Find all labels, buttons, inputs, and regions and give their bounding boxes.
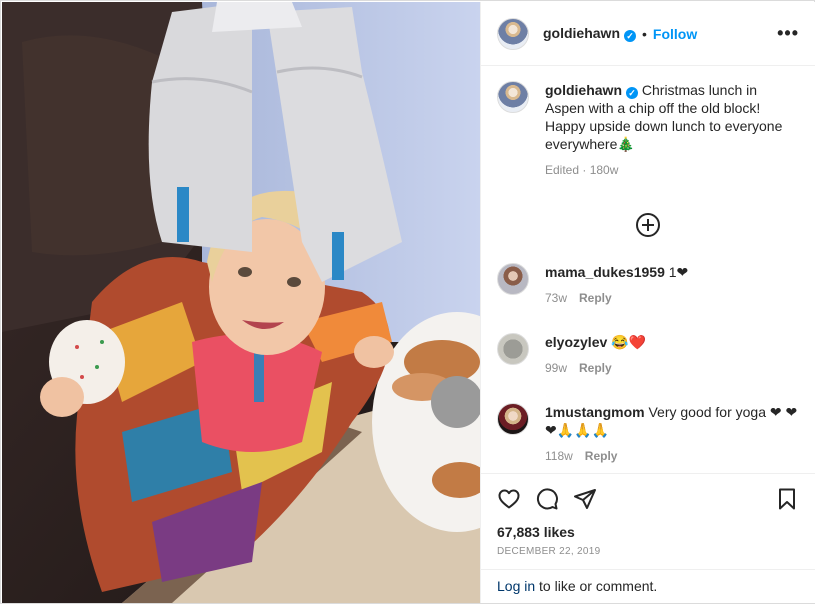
comment-text: 😂❤️: [611, 334, 647, 350]
caption-username[interactable]: goldiehawn ✓: [545, 82, 638, 99]
login-prompt: Log in to like or comment.: [481, 569, 815, 603]
comment-item: elyozylev 😂❤️ 99w Reply: [497, 333, 799, 377]
caption-author-avatar[interactable]: [497, 81, 529, 113]
login-link[interactable]: Log in: [497, 578, 535, 594]
reply-button[interactable]: Reply: [585, 449, 618, 463]
post-header: goldiehawn ✓ • Follow •••: [481, 2, 815, 66]
separator-dot: •: [642, 25, 647, 42]
comment-age[interactable]: 73w: [545, 291, 567, 305]
verified-badge-icon: ✓: [626, 87, 638, 99]
comments-section: goldiehawn ✓ Christmas lunch in Aspen wit…: [481, 67, 815, 472]
comment-text: 1❤: [668, 264, 689, 280]
reply-button[interactable]: Reply: [579, 361, 612, 375]
likes-count[interactable]: 67,883 likes: [497, 524, 799, 540]
login-prompt-text: to like or comment.: [535, 578, 658, 594]
commenter-avatar[interactable]: [497, 403, 529, 435]
more-options-icon[interactable]: •••: [777, 23, 799, 44]
verified-badge-icon: ✓: [624, 30, 636, 42]
commenter-username[interactable]: 1mustangmom: [545, 404, 645, 420]
follow-button[interactable]: Follow: [653, 26, 697, 42]
child-upside-down-photo: [2, 2, 480, 603]
author-username[interactable]: goldiehawn ✓: [543, 25, 636, 42]
caption-age[interactable]: 180w: [590, 163, 619, 177]
post-date[interactable]: DECEMBER 22, 2019: [497, 546, 799, 557]
edited-label: Edited: [545, 163, 580, 177]
post-actions: 67,883 likes DECEMBER 22, 2019: [481, 473, 815, 557]
commenter-username[interactable]: mama_dukes1959: [545, 264, 665, 280]
heart-icon[interactable]: [497, 487, 521, 511]
post-dialog: goldiehawn ✓ • Follow ••• goldiehawn ✓ Chr…: [0, 0, 815, 604]
commenter-avatar[interactable]: [497, 263, 529, 295]
post-photo[interactable]: [2, 2, 480, 603]
bookmark-icon[interactable]: [775, 487, 799, 511]
caption-meta: Edited · 180w: [545, 163, 619, 177]
post-side-panel: goldiehawn ✓ • Follow ••• goldiehawn ✓ Chr…: [480, 2, 815, 603]
comment-item: mama_dukes1959 1❤ 73w Reply: [497, 263, 799, 307]
comment-age[interactable]: 118w: [545, 449, 573, 463]
commenter-username[interactable]: elyozylev: [545, 334, 607, 350]
load-more-comments-icon[interactable]: [636, 213, 660, 237]
caption: goldiehawn ✓ Christmas lunch in Aspen wit…: [497, 81, 799, 179]
author-avatar[interactable]: [497, 17, 529, 50]
comment-icon[interactable]: [535, 487, 559, 511]
load-more-comments: [497, 213, 799, 237]
reply-button[interactable]: Reply: [579, 291, 612, 305]
comment-age[interactable]: 99w: [545, 361, 567, 375]
action-icons: [497, 486, 799, 512]
comment-item: 1mustangmom Very good for yoga ❤ ❤❤🙏🙏🙏 1…: [497, 403, 799, 465]
commenter-avatar[interactable]: [497, 333, 529, 365]
share-icon[interactable]: [573, 487, 597, 511]
